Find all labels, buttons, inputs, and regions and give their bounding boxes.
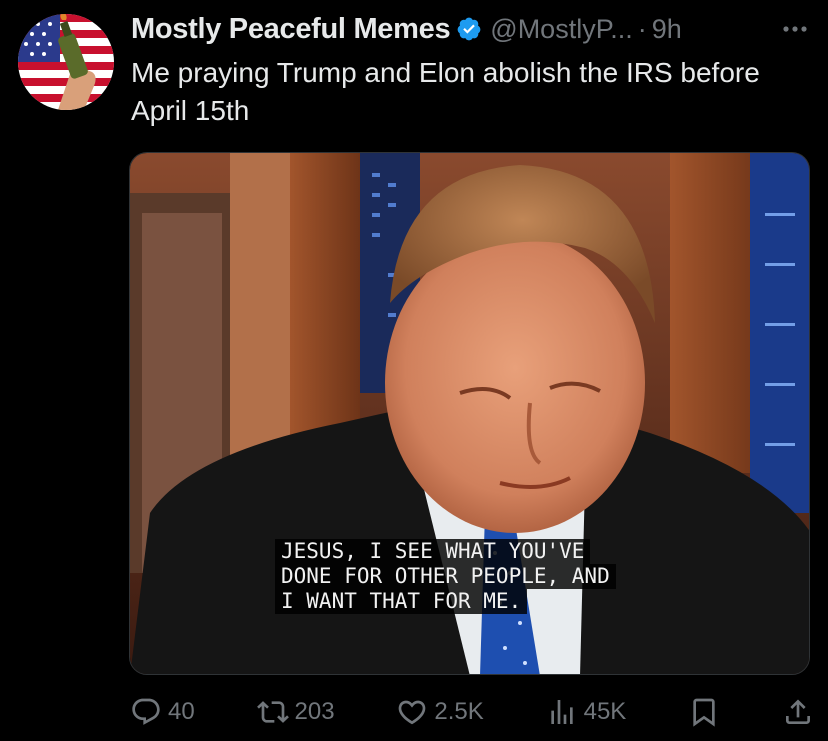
caption-line: I WANT THAT FOR ME. — [275, 589, 528, 614]
reply-icon — [132, 698, 160, 725]
flag-avatar-image — [18, 14, 114, 110]
reply-button[interactable]: 40 — [130, 696, 195, 728]
views-count: 45K — [583, 698, 627, 725]
more-icon[interactable] — [780, 18, 810, 40]
like-button[interactable]: 2.5K — [396, 696, 484, 728]
media-caption: JESUS, I SEE WHAT YOU'VE DONE FOR OTHER … — [275, 539, 695, 614]
repost-count: 203 — [294, 698, 335, 725]
bookmark-button[interactable] — [688, 696, 720, 728]
like-icon — [399, 700, 426, 725]
author-handle[interactable]: @MostlyP... — [490, 14, 632, 45]
tweet-header: Mostly Peaceful Memes @MostlyP... · 9h — [131, 10, 814, 48]
views-icon — [550, 700, 573, 724]
repost-icon — [256, 701, 289, 723]
author-name[interactable]: Mostly Peaceful Memes — [131, 13, 451, 46]
bookmark-icon — [693, 698, 715, 727]
tweet-timestamp[interactable]: 9h — [652, 14, 682, 45]
separator-dot: · — [637, 13, 647, 44]
views-button[interactable]: 45K — [546, 696, 627, 728]
reply-count: 40 — [168, 698, 195, 725]
caption-line: DONE FOR OTHER PEOPLE, AND — [275, 564, 616, 589]
tweet-actions: 40 203 2.5K 45K — [130, 692, 814, 732]
author-avatar[interactable] — [18, 14, 114, 110]
repost-button[interactable]: 203 — [256, 696, 335, 728]
verified-badge-icon — [457, 17, 481, 41]
share-button[interactable] — [782, 696, 814, 728]
caption-line: JESUS, I SEE WHAT YOU'VE — [275, 539, 591, 564]
like-count: 2.5K — [434, 698, 484, 725]
share-icon — [785, 699, 810, 724]
tweet-text: Me praying Trump and Elon abolish the IR… — [131, 57, 760, 126]
